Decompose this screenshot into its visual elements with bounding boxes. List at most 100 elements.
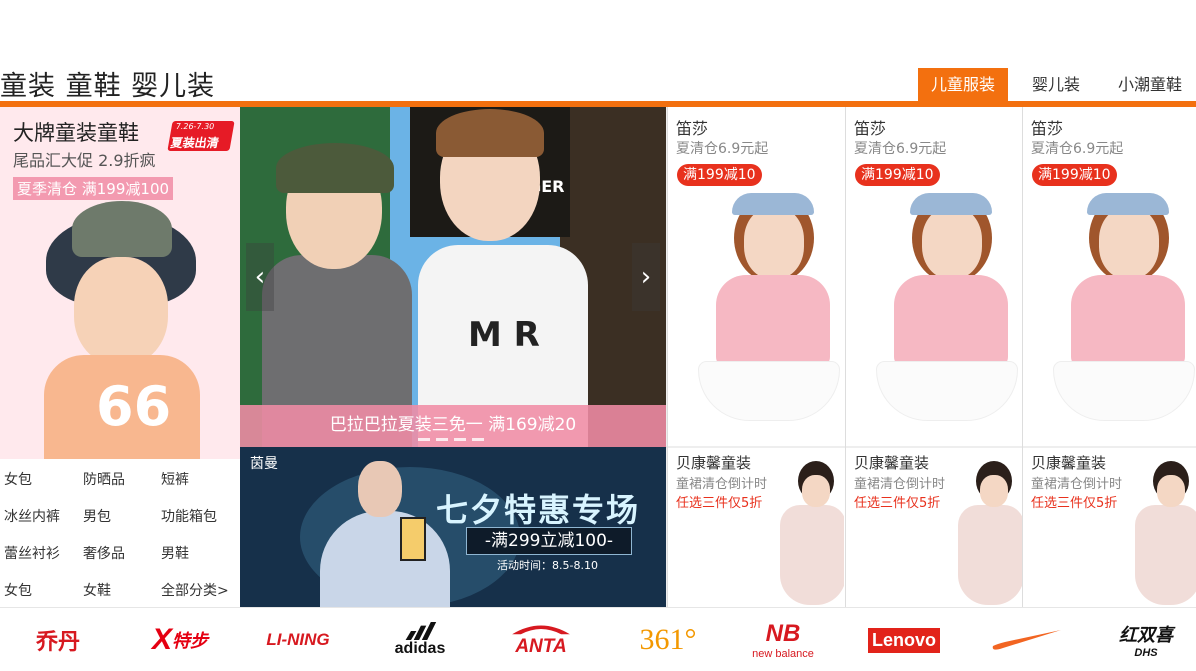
carousel-dot[interactable] (454, 438, 466, 441)
brand-logo-anta[interactable]: ANTA (498, 622, 584, 658)
brand-logo-adidas[interactable]: adidas (384, 622, 456, 658)
product-desc: 童裙清仓倒计时 (854, 477, 946, 492)
brand-logo: 茵曼 (250, 456, 278, 472)
model-headband (732, 193, 814, 215)
product-desc: 夏清仓6.9元起 (676, 141, 769, 157)
brand-logo-nike[interactable] (986, 622, 1066, 658)
carousel-prev-arrow-icon[interactable]: ‹ (246, 243, 274, 311)
model-shirt (716, 275, 830, 367)
main-carousel[interactable]: BEEF BURGER M R ‹ › 巴拉巴拉夏装三免一 满169减20 (240, 107, 666, 447)
carousel-dot[interactable] (436, 438, 448, 441)
model-shirt (894, 275, 1008, 367)
discount-badge: 满199减10 (855, 164, 940, 186)
brand-name: LI-NING (266, 630, 330, 649)
category-link[interactable]: 冰丝内裤 (4, 506, 60, 526)
brand-name: 红双喜 (1119, 625, 1173, 645)
promo-subtitle: 尾品汇大促 2.9折疯 (13, 151, 156, 170)
brand-logo-xtep[interactable]: X 特步 (130, 622, 230, 658)
anta-swoosh-icon (512, 625, 570, 635)
model-face (802, 475, 830, 507)
model-dress (780, 505, 844, 605)
product-offer: 任选三件仅5折 (676, 496, 763, 511)
product-offer: 任选三件仅5折 (1031, 496, 1118, 511)
product-card[interactable]: 笛莎 夏清仓6.9元起 满199减10 (1022, 107, 1196, 447)
product-desc: 夏清仓6.9元起 (1031, 141, 1124, 157)
category-link[interactable]: 男鞋 (161, 543, 189, 563)
brand-name: Lenovo (867, 627, 940, 653)
product-brand: 贝康馨童装 (854, 454, 930, 472)
category-link[interactable]: 女鞋 (83, 580, 111, 600)
model-shirt (1071, 275, 1185, 367)
brand-logo-361[interactable]: 361° (626, 622, 710, 658)
shirt-print: M R (468, 315, 540, 355)
category-link[interactable]: 奢侈品 (83, 543, 125, 563)
product-card[interactable]: 笛莎 夏清仓6.9元起 满199减10 (667, 107, 844, 447)
brand-name: ANTA (515, 636, 567, 657)
qixi-banner[interactable]: 茵曼 七夕特惠专场 -满299立减100- 活动时间：8.5-8.10 (240, 447, 666, 607)
tab-kids-shoes[interactable]: 小潮童鞋 (1104, 68, 1196, 102)
brand-name: adidas (394, 640, 446, 657)
promo-stamp: 7.26-7.30 夏装出清 (167, 121, 235, 151)
model-skirt (876, 361, 1018, 421)
brand-strip: 乔丹 X 特步 LI-NING adidas ANTA 361° NB new … (0, 607, 1196, 671)
carousel-dot[interactable] (472, 438, 484, 441)
banner-title: 七夕特惠专场 (436, 491, 641, 529)
model-cap (276, 143, 394, 193)
discount-badge: 满199减10 (677, 164, 762, 186)
product-card[interactable]: 笛莎 夏清仓6.9元起 满199减10 (845, 107, 1022, 447)
adidas-stripes-icon (405, 622, 437, 640)
stamp-date: 7.26-7.30 (174, 122, 215, 131)
model-headband (1087, 193, 1169, 215)
promo-tag: 夏季清仓 满199减100 (13, 177, 174, 200)
category-link[interactable]: 女包 (4, 469, 32, 489)
model-face (1157, 475, 1185, 507)
model-face (744, 207, 804, 279)
brand-sub: DHS (1134, 647, 1158, 659)
left-promo-banner[interactable]: 大牌童装童鞋 尾品汇大促 2.9折疯 夏季清仓 满199减100 7.26-7.… (0, 107, 240, 459)
carousel-next-arrow-icon[interactable]: › (632, 243, 660, 311)
model-dress (958, 505, 1022, 605)
carousel-dot[interactable] (418, 438, 430, 441)
category-link[interactable]: 女包 (4, 580, 32, 600)
product-desc: 童裙清仓倒计时 (676, 477, 768, 492)
promo-title: 大牌童装童鞋 (13, 121, 139, 145)
category-grid: 女包 防晒品 短裤 冰丝内裤 男包 功能箱包 蕾丝衬衫 奢侈品 男鞋 女包 女鞋… (0, 459, 240, 607)
all-categories-link[interactable]: 全部分类> (161, 580, 229, 600)
category-link[interactable]: 防晒品 (83, 469, 125, 489)
tab-baby-wear[interactable]: 婴儿装 (1018, 68, 1094, 102)
product-card[interactable]: 贝康馨童装 童裙清仓倒计时 任选三件仅5折 (845, 447, 1022, 607)
product-desc: 夏清仓6.9元起 (854, 141, 947, 157)
tab-kids-clothing[interactable]: 儿童服装 (917, 68, 1008, 102)
brand-name: 361° (639, 623, 697, 656)
model-skirt (1053, 361, 1195, 421)
product-brand: 笛莎 (676, 119, 709, 138)
category-link[interactable]: 短裤 (161, 469, 189, 489)
model-dress (1135, 505, 1196, 605)
product-offer: 任选三件仅5折 (854, 496, 941, 511)
product-brand: 笛莎 (854, 119, 887, 138)
section-title: 童装 童鞋 婴儿装 (0, 71, 216, 102)
section-tabs: 儿童服装 婴儿装 小潮童鞋 (908, 68, 1196, 102)
model-hair (436, 109, 544, 157)
brand-logo-dhs[interactable]: 红双喜 DHS (1104, 622, 1188, 659)
brand-logo-new-balance[interactable]: NB new balance (740, 620, 826, 660)
nike-swoosh-icon (992, 630, 1061, 650)
brand-logo-lenovo[interactable]: Lenovo (862, 622, 946, 658)
model-headband (910, 193, 992, 215)
brand-name: 乔丹 (35, 629, 80, 654)
brand-logo-lining[interactable]: LI-NING (256, 622, 340, 658)
category-link[interactable]: 功能箱包 (161, 506, 217, 526)
banner-offer: -满299立减100- (466, 527, 632, 555)
product-card[interactable]: 贝康馨童装 童裙清仓倒计时 任选三件仅5折 (667, 447, 844, 607)
brand-name: 特步 (172, 631, 208, 651)
model-skirt (698, 361, 840, 421)
model-face (922, 207, 982, 279)
category-link[interactable]: 男包 (83, 506, 111, 526)
product-card[interactable]: 贝康馨童装 童裙清仓倒计时 任选三件仅5折 (1022, 447, 1196, 607)
category-link[interactable]: 蕾丝衬衫 (4, 543, 60, 563)
model-face (980, 475, 1008, 507)
product-desc: 童裙清仓倒计时 (1031, 477, 1123, 492)
product-brand: 贝康馨童装 (1031, 454, 1107, 472)
model-face (74, 257, 168, 365)
brand-logo-qiaodan[interactable]: 乔丹 (10, 622, 106, 658)
